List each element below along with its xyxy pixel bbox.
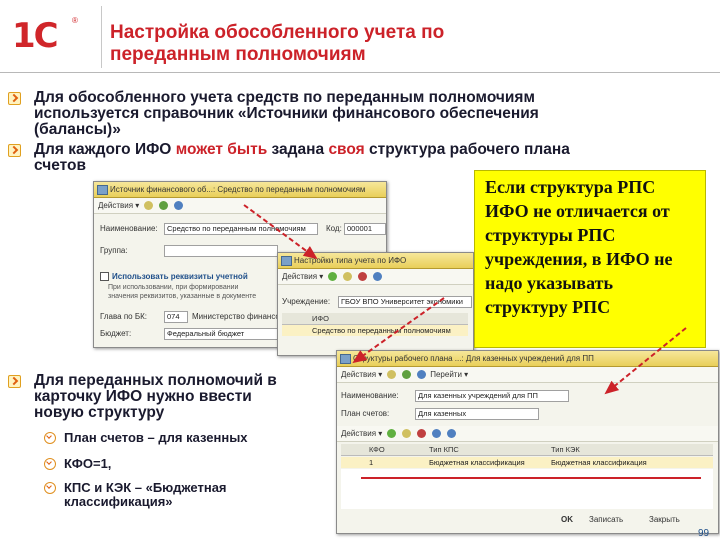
- arrow-note-to-field: [604, 327, 687, 395]
- arrow-settings-to-structure: [352, 297, 445, 364]
- arrow-card-to-settings: [243, 204, 318, 260]
- slide-number: 99: [698, 528, 710, 539]
- annotation-arrows: [243, 204, 687, 395]
